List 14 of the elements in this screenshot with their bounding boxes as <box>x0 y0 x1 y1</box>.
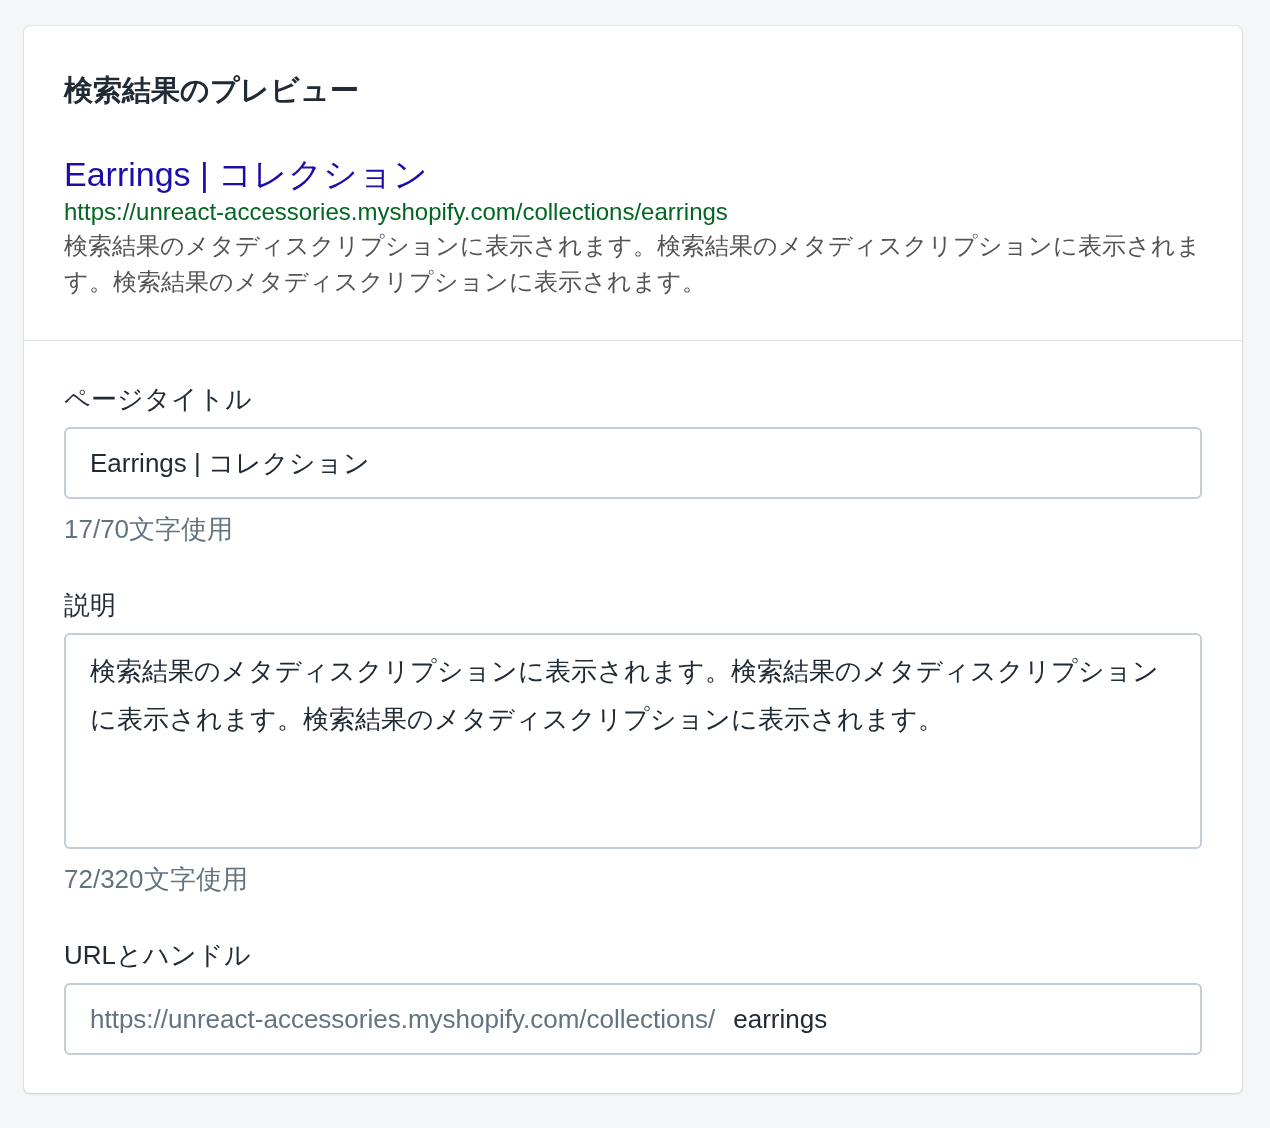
preview-url: https://unreact-accessories.myshopify.com/collections/earrings <box>64 197 729 227</box>
preview-title-link[interactable]: Earrings | コレクション <box>64 152 1202 196</box>
description-field[interactable]: 検索結果のメタディスクリプションに表示されます。検索結果のメタディスクリプションに表示されます。検索結果のメタディスクリプションに表示されます。 <box>64 633 1202 849</box>
handle-value[interactable]: earrings <box>733 1003 828 1035</box>
page-title-field[interactable]: Earrings | コレクション <box>64 427 1202 499</box>
field-label: 説明 <box>64 589 116 622</box>
field-label: ページタイトル <box>64 383 252 416</box>
url-prefix-text: https://unreact-accessories.myshopify.com/collections/ <box>90 1003 716 1035</box>
url-handle-field[interactable]: https://unreact-accessories.myshopify.com/collections/ earrings <box>64 983 1202 1055</box>
preview-description: 検索結果のメタディスクリプションに表示されます。検索結果のメタディスクリプションに表示されます。検索結果のメタディスクリプションに表示されます。 <box>64 231 1202 297</box>
character-count: 72/320文字使用 <box>64 863 248 896</box>
section-title: 検索結果のプレビュー <box>64 73 360 108</box>
character-count: 17/70文字使用 <box>64 513 234 546</box>
field-label: URLとハンドル <box>64 939 251 972</box>
